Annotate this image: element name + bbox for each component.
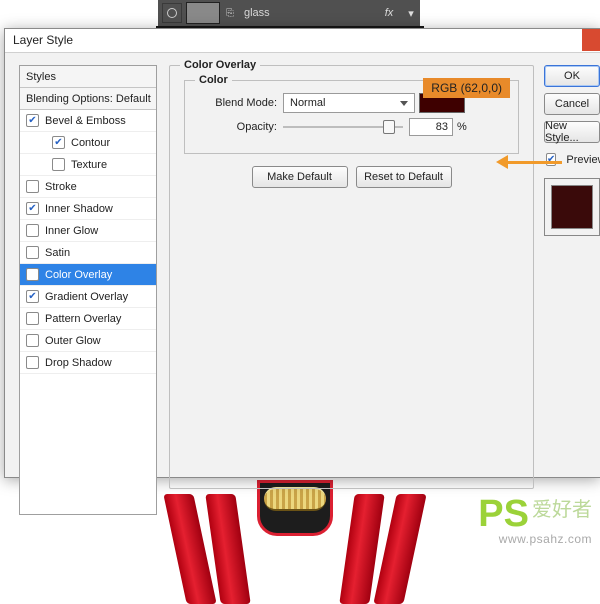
- ok-button[interactable]: OK: [544, 65, 600, 87]
- reset-default-button[interactable]: Reset to Default: [356, 166, 452, 188]
- rgb-annotation: RGB (62,0,0): [423, 78, 510, 98]
- color-subgroup: Color RGB (62,0,0) Blend Mode: Normal Op…: [184, 80, 519, 154]
- default-buttons-row: Make Default Reset to Default: [184, 166, 519, 188]
- opacity-input[interactable]: 83: [409, 118, 453, 136]
- link-icon[interactable]: ⎘: [224, 8, 236, 19]
- watermark-url: www.psahz.com: [478, 532, 592, 546]
- opacity-unit: %: [457, 121, 467, 133]
- effect-outer-glow[interactable]: Outer Glow: [20, 330, 156, 352]
- watermark-ps: PS: [478, 493, 529, 535]
- checkbox[interactable]: [26, 224, 39, 237]
- fx-expand-icon[interactable]: ▾: [402, 7, 420, 20]
- layer-thumbnail[interactable]: [186, 2, 220, 24]
- color-overlay-group: Color Overlay Color RGB (62,0,0) Blend M…: [169, 65, 534, 489]
- styles-column: Styles Blending Options: Default Bevel &…: [5, 53, 165, 477]
- layer-style-dialog: Layer Style Styles Blending Options: Def…: [4, 28, 600, 478]
- checkbox[interactable]: [26, 246, 39, 259]
- watermark: PS 爱好者 www.psahz.com: [478, 493, 592, 546]
- effect-color-overlay[interactable]: Color Overlay: [20, 264, 156, 286]
- effect-bevel-emboss[interactable]: Bevel & Emboss: [20, 110, 156, 132]
- checkbox[interactable]: [26, 356, 39, 369]
- dialog-title: Layer Style: [13, 33, 73, 47]
- arrow-annotation: [496, 155, 562, 169]
- background-artwork-candle: [175, 480, 415, 600]
- checkbox[interactable]: [26, 180, 39, 193]
- slider-thumb[interactable]: [383, 120, 395, 134]
- opacity-label: Opacity:: [197, 121, 277, 133]
- chevron-down-icon: [400, 101, 408, 106]
- actions-column: OK Cancel New Style... Preview: [542, 53, 600, 477]
- opacity-slider[interactable]: [283, 118, 403, 136]
- close-button[interactable]: [582, 29, 600, 51]
- effect-drop-shadow[interactable]: Drop Shadow: [20, 352, 156, 374]
- settings-column: Color Overlay Color RGB (62,0,0) Blend M…: [165, 53, 542, 477]
- checkbox[interactable]: [26, 290, 39, 303]
- effect-inner-shadow[interactable]: Inner Shadow: [20, 198, 156, 220]
- watermark-cn: 爱好者: [532, 499, 592, 521]
- checkbox[interactable]: [52, 158, 65, 171]
- blend-mode-dropdown[interactable]: Normal: [283, 93, 415, 113]
- checkbox[interactable]: [26, 114, 39, 127]
- group-title: Color Overlay: [180, 59, 260, 71]
- effect-contour[interactable]: Contour: [20, 132, 156, 154]
- visibility-eye-icon[interactable]: [162, 3, 182, 23]
- make-default-button[interactable]: Make Default: [252, 166, 348, 188]
- effect-inner-glow[interactable]: Inner Glow: [20, 220, 156, 242]
- cancel-button[interactable]: Cancel: [544, 93, 600, 115]
- effect-satin[interactable]: Satin: [20, 242, 156, 264]
- blend-mode-label: Blend Mode:: [197, 97, 277, 109]
- layers-panel-row: ⎘ glass fx ▾: [158, 0, 420, 26]
- effect-texture[interactable]: Texture: [20, 154, 156, 176]
- new-style-button[interactable]: New Style...: [544, 121, 600, 143]
- preview-label: Preview: [566, 154, 600, 166]
- effect-pattern-overlay[interactable]: Pattern Overlay: [20, 308, 156, 330]
- opacity-row: Opacity: 83 %: [197, 115, 506, 139]
- styles-header[interactable]: Styles: [20, 66, 156, 88]
- styles-list: Styles Blending Options: Default Bevel &…: [19, 65, 157, 515]
- checkbox[interactable]: [26, 334, 39, 347]
- blending-options-row[interactable]: Blending Options: Default: [20, 88, 156, 110]
- checkbox[interactable]: [26, 202, 39, 215]
- effect-stroke[interactable]: Stroke: [20, 176, 156, 198]
- checkbox[interactable]: [52, 136, 65, 149]
- dialog-titlebar[interactable]: Layer Style: [5, 29, 600, 53]
- effect-gradient-overlay[interactable]: Gradient Overlay: [20, 286, 156, 308]
- subgroup-title: Color: [195, 74, 232, 86]
- layer-name[interactable]: glass: [236, 7, 376, 19]
- fx-badge[interactable]: fx: [376, 7, 402, 19]
- preview-thumbnail: [544, 178, 600, 236]
- checkbox[interactable]: [26, 312, 39, 325]
- checkbox[interactable]: [26, 268, 39, 281]
